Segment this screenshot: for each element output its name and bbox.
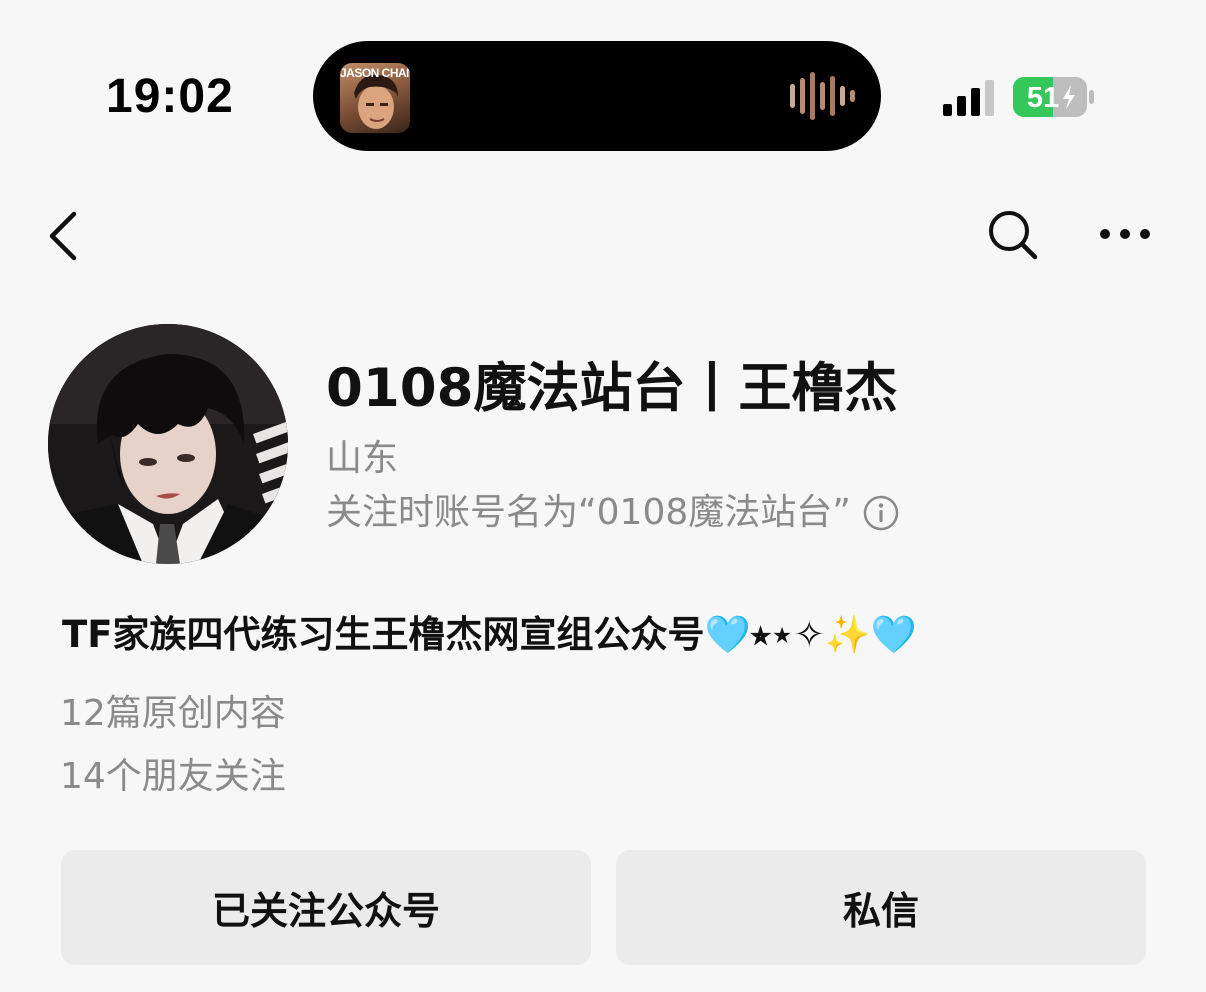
battery-icon: 51 <box>1013 77 1094 117</box>
account-name: 0108魔法站台丨王橹杰 <box>326 358 898 419</box>
cellular-signal-icon <box>943 80 994 116</box>
original-articles-count[interactable]: 12篇原创内容 <box>60 690 286 738</box>
avatar[interactable] <box>48 324 288 564</box>
search-icon[interactable] <box>985 207 1039 261</box>
audio-waveform-icon <box>790 72 855 120</box>
status-time: 19:02 <box>106 70 234 123</box>
chevron-left-icon[interactable] <box>44 208 84 264</box>
avatar-portrait-image <box>48 324 288 564</box>
dynamic-island[interactable]: JASON CHAN <box>313 41 881 151</box>
more-horizontal-icon[interactable] <box>1097 222 1153 246</box>
battery-level-text: 51 <box>1027 82 1059 114</box>
private-message-button[interactable]: 私信 <box>616 850 1146 965</box>
former-name-row[interactable]: 关注时账号名为“0108魔法站台” <box>326 490 899 536</box>
account-region: 山东 <box>326 438 399 479</box>
account-description: TF家族四代练习生王橹杰网宣组公众号🩵⭒⋆✧✨🩵 <box>62 613 917 656</box>
followed-account-button[interactable]: 已关注公众号 <box>61 850 591 965</box>
now-playing-label: JASON CHAN <box>340 66 410 80</box>
friends-following-count[interactable]: 14个朋友关注 <box>60 753 286 801</box>
profile-page: 19:02 JASON CHAN 51 0108魔法站台丨王橹杰 山东 关注时账… <box>0 0 1206 992</box>
former-name-text: 关注时账号名为“0108魔法站台” <box>326 492 851 533</box>
info-icon[interactable] <box>863 495 899 531</box>
battery-indicator: 51 <box>1013 77 1095 117</box>
now-playing-artwork[interactable]: JASON CHAN <box>340 63 410 133</box>
